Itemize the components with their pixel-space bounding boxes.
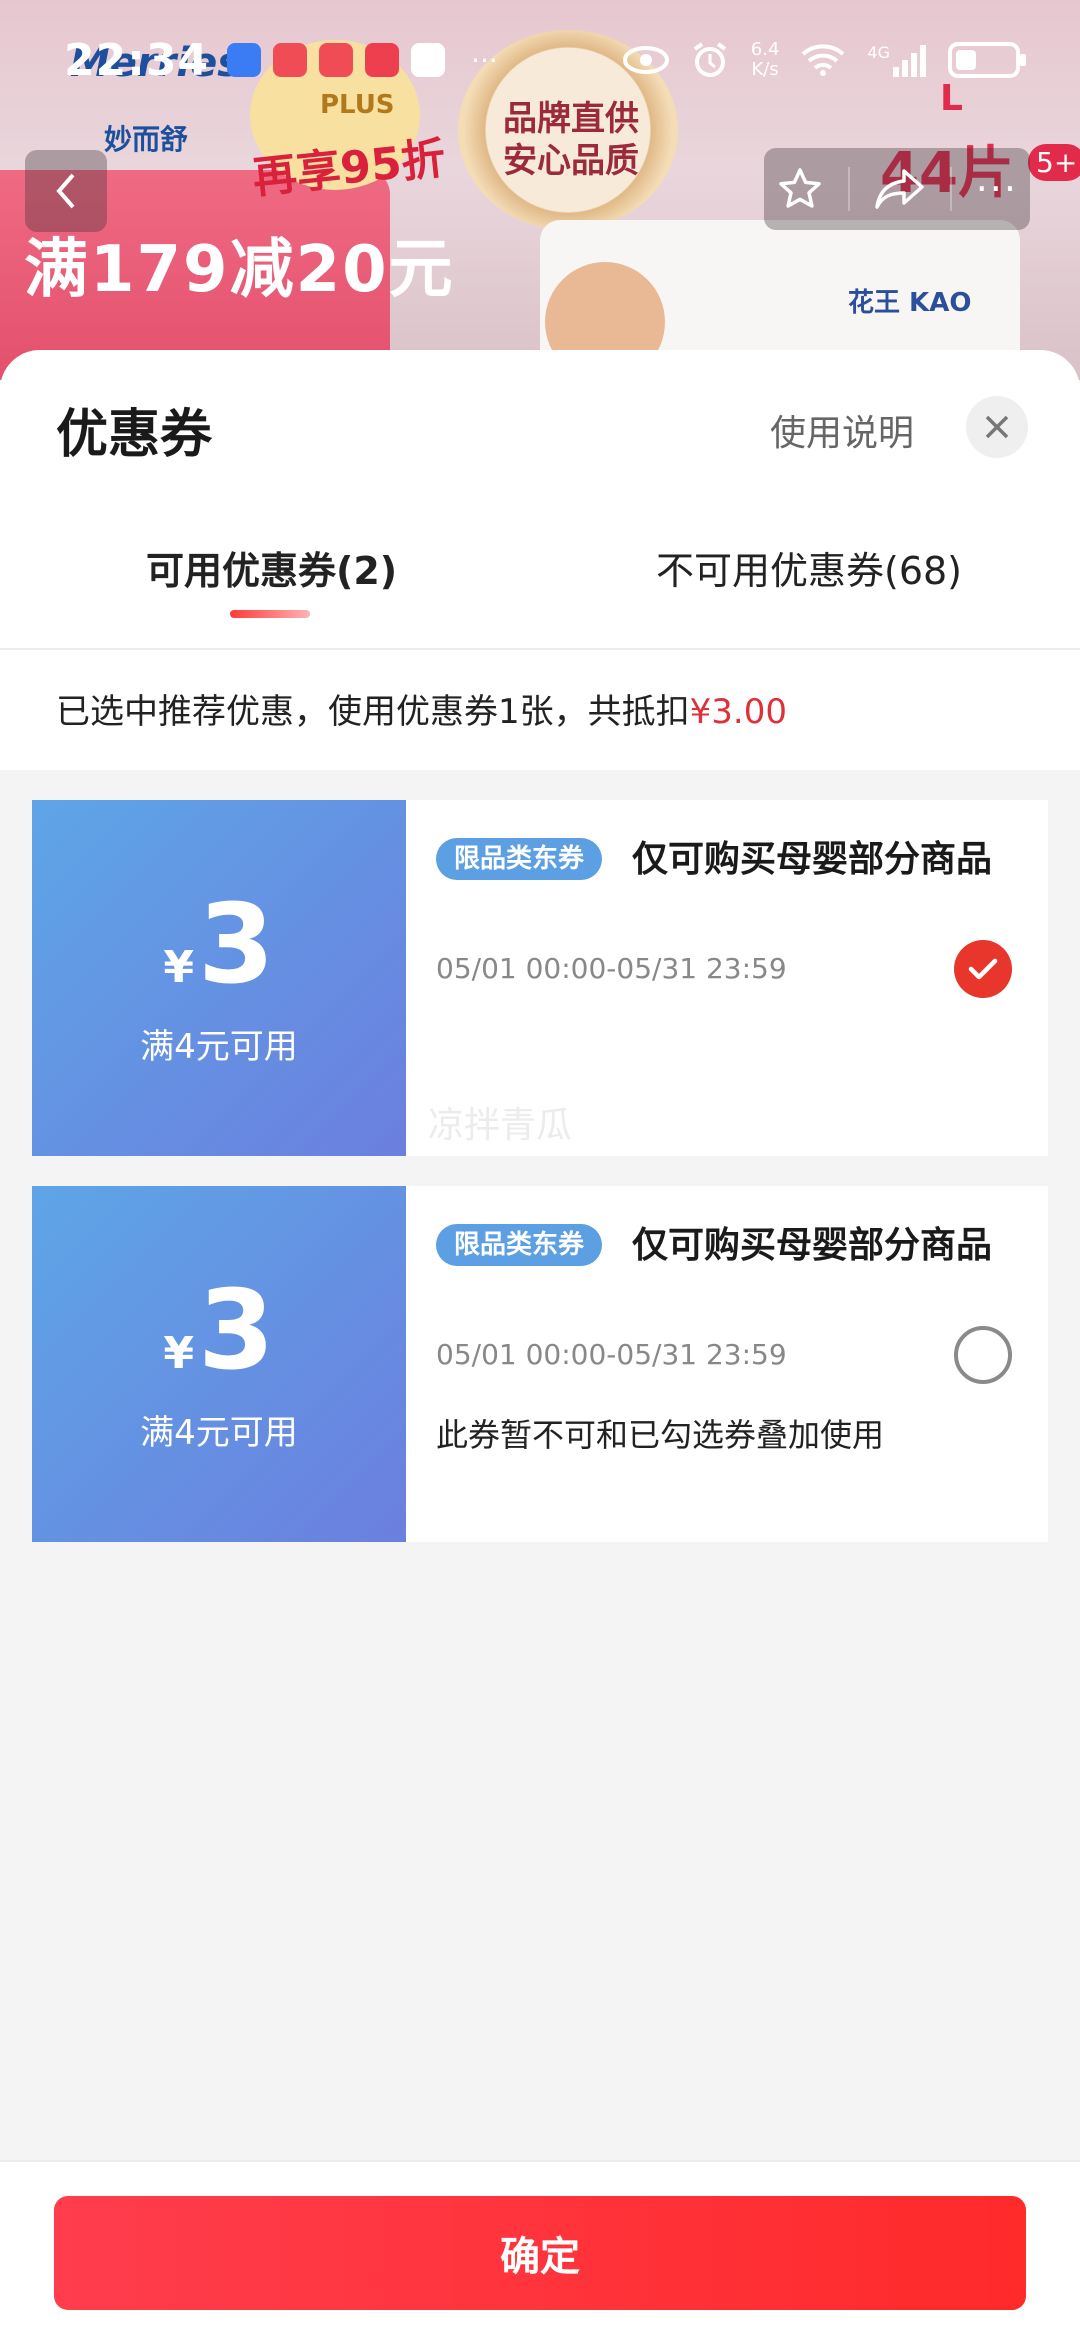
coupon-sheet: 优惠券 使用说明 可用优惠券(2) 不可用优惠券(68) 已选中推荐优惠，使用优…: [0, 350, 1080, 2340]
huawei-app-icon: [365, 43, 400, 77]
selection-summary: 已选中推荐优惠，使用优惠券1张，共抵扣¥3.00: [56, 684, 787, 733]
back-button[interactable]: [25, 150, 107, 232]
brand-name-cn: 妙而舒: [104, 123, 189, 156]
coupon-value-panel: ¥ 3 满4元可用: [26, 1186, 406, 1542]
coupon-type-tag: 限品类东券: [436, 838, 603, 880]
tab-active-indicator: [230, 610, 310, 618]
status-time: 22:34: [64, 34, 210, 86]
favorite-star-icon[interactable]: [776, 165, 824, 213]
eye-icon: [622, 46, 669, 74]
coupon-card[interactable]: ¥ 3 满4元可用 仅可购买母婴部分商品 限品类东券 05/01 00:00-0…: [26, 1186, 1048, 1542]
maker-label: 花王 KAO: [848, 288, 972, 318]
more-options-icon[interactable]: ···: [976, 167, 1018, 211]
close-button[interactable]: [966, 396, 1028, 458]
wifi-icon: [802, 44, 845, 76]
product-actions: ···: [764, 148, 1030, 230]
signal-icon: 4G: [867, 43, 926, 77]
coupon-value-panel: ¥ 3 满4元可用: [26, 800, 406, 1156]
coupon-validity: 05/01 00:00-05/31 23:59: [436, 952, 787, 985]
checkmark-icon: [968, 958, 998, 980]
confirm-button[interactable]: 确定: [54, 2196, 1026, 2310]
calendar-app-icon: [273, 43, 308, 77]
share-icon[interactable]: [874, 167, 926, 211]
watermark: 凉拌青瓜: [428, 1105, 573, 1146]
coupon-currency: ¥: [163, 941, 195, 993]
chevron-left-icon: [56, 173, 75, 209]
shield-app-icon: [411, 43, 446, 77]
coupon-validity: 05/01 00:00-05/31 23:59: [436, 1338, 787, 1371]
coupon-type-tag: 限品类东券: [436, 1224, 603, 1266]
summary-amount: ¥3.00: [689, 692, 787, 732]
coupon-tabs: 可用优惠券(2) 不可用优惠券(68): [0, 540, 1080, 650]
alarm-icon: [693, 42, 726, 77]
coupon-details: 仅可购买母婴部分商品 限品类东券 05/01 00:00-05/31 23:59…: [406, 800, 1048, 1156]
usage-instructions-link[interactable]: 使用说明: [770, 404, 914, 456]
coupon-amount: 3: [198, 1265, 275, 1394]
summary-text: 已选中推荐优惠，使用优惠券1张，共抵扣: [56, 692, 690, 732]
tab-available[interactable]: 可用优惠券(2): [146, 540, 397, 595]
coupon-stack-note: 此券暂不可和已勾选券叠加使用: [436, 1416, 885, 1454]
bottom-bar: 确定: [0, 2160, 1080, 2340]
close-icon: [985, 415, 1009, 439]
divider: [0, 648, 1080, 650]
coupon-condition: 满4元可用: [140, 1026, 298, 1067]
tab-unavailable[interactable]: 不可用优惠券(68): [656, 540, 962, 595]
more-notifications-icon: ···: [471, 43, 498, 77]
gift-app-icon: [319, 43, 354, 77]
coupon-details: 仅可购买母婴部分商品 限品类东券 05/01 00:00-05/31 23:59…: [406, 1186, 1048, 1542]
net-speed: 6.4 K/s: [750, 39, 780, 80]
clock-app-icon: [227, 43, 262, 77]
age-badge: 5+: [1028, 144, 1080, 181]
coupon-condition: 满4元可用: [140, 1412, 298, 1453]
notification-icons: ···: [227, 43, 498, 77]
coupon-select-checkbox[interactable]: [954, 940, 1012, 998]
sheet-title: 优惠券: [56, 405, 213, 465]
coupon-currency: ¥: [163, 1327, 195, 1379]
coupon-select-checkbox[interactable]: [954, 1326, 1012, 1384]
sheet-header: 优惠券 使用说明 可用优惠券(2) 不可用优惠券(68) 已选中推荐优惠，使用优…: [0, 350, 1080, 770]
battery-icon: [948, 42, 1026, 78]
coupon-card[interactable]: ¥ 3 满4元可用 仅可购买母婴部分商品 限品类东券 05/01 00:00-0…: [26, 800, 1048, 1156]
coupon-amount: 3: [198, 879, 275, 1008]
status-bar: 22:34 ··· 6.4 K/s 4G: [0, 0, 1080, 120]
